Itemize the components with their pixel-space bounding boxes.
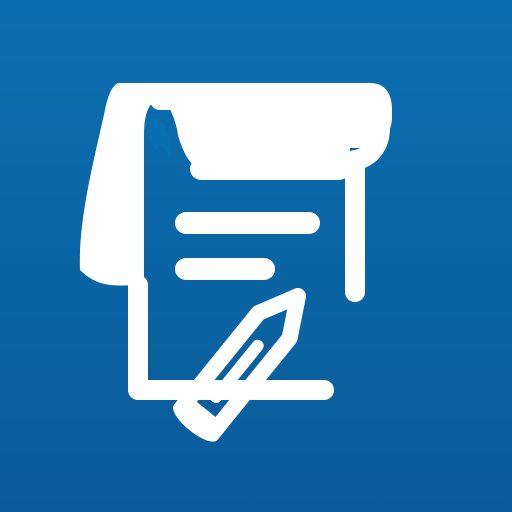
text-line-1 bbox=[190, 158, 350, 180]
notes-scroll-pencil-icon bbox=[0, 0, 512, 512]
text-line-2 bbox=[175, 212, 320, 234]
icon-background bbox=[0, 0, 512, 512]
app-icon bbox=[0, 0, 512, 512]
text-line-3 bbox=[175, 258, 275, 280]
